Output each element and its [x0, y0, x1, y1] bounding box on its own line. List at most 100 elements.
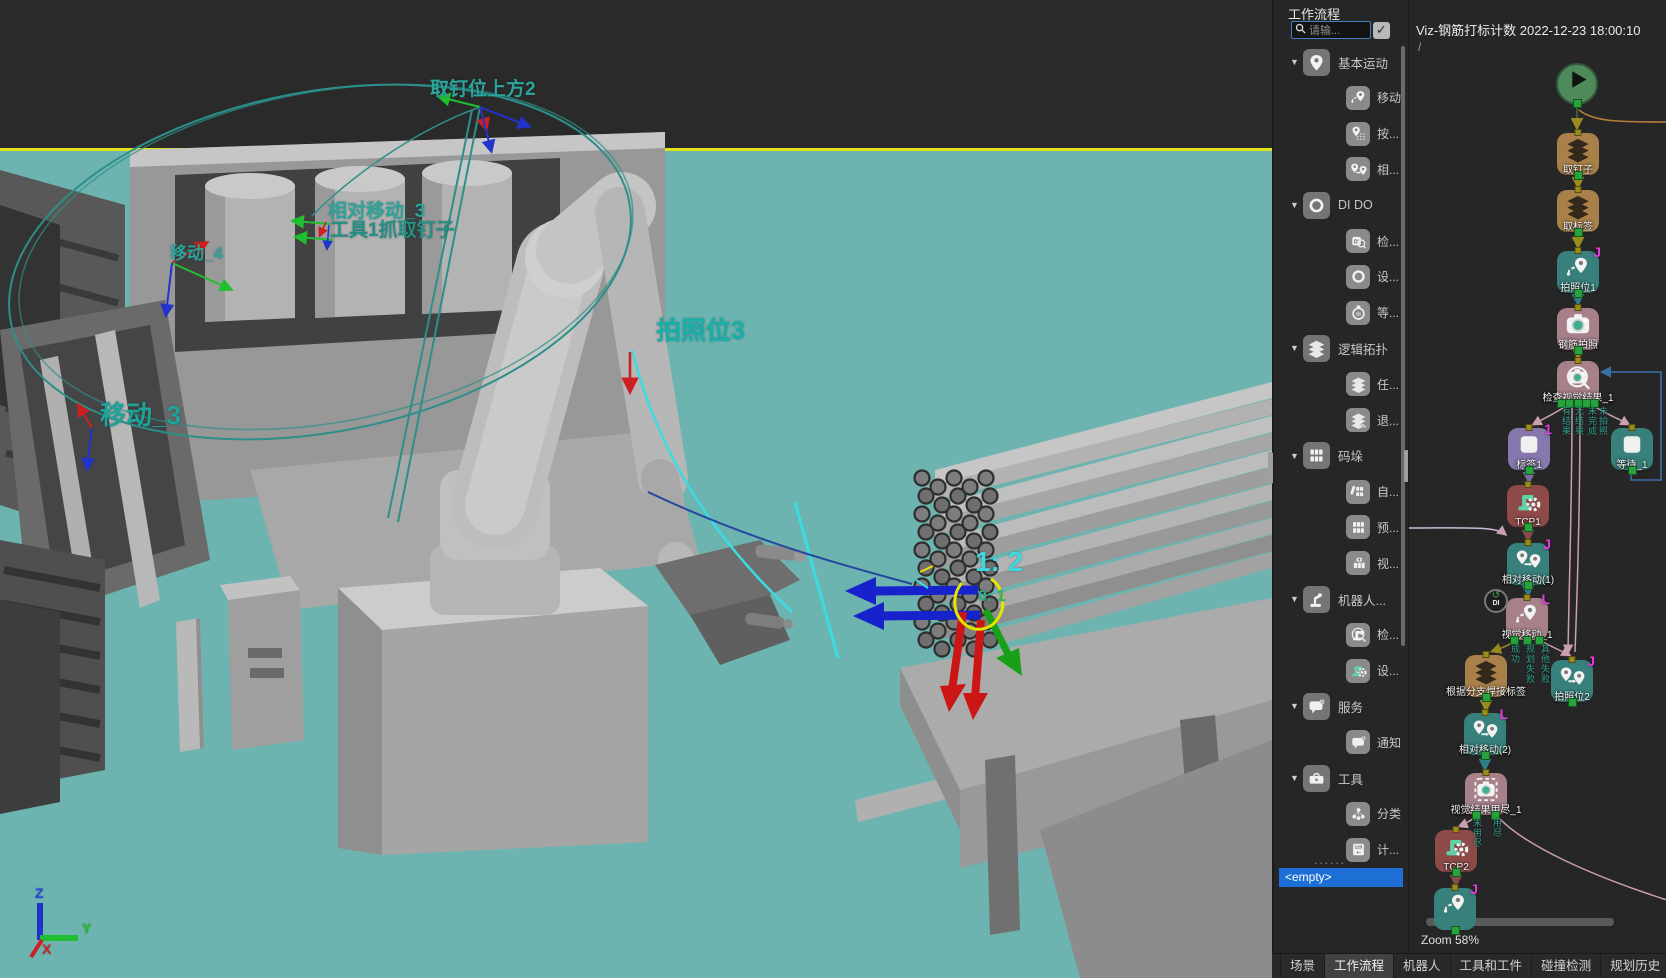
- viewport-splitter-grip[interactable]: [1268, 452, 1273, 484]
- tab-工具和工件[interactable]: 工具和工件: [1451, 954, 1533, 978]
- tree-item-设[interactable]: 设...: [1274, 262, 1406, 292]
- workflow-node-视觉移动_1[interactable]: 视觉移动_1L: [1506, 598, 1548, 640]
- tree-category-机器人...[interactable]: ▼机器人...: [1274, 584, 1406, 614]
- edge-condition-label: 规划失败: [1524, 644, 1537, 684]
- workflow-node-相对移动(1)[interactable]: 相对移动(1)J: [1507, 543, 1549, 585]
- output-port[interactable]: [1524, 523, 1533, 532]
- tree-category-服务[interactable]: ▼1服务: [1274, 691, 1406, 721]
- input-port[interactable]: [1524, 594, 1531, 601]
- output-port[interactable]: [1568, 698, 1577, 707]
- tab-机器人[interactable]: 机器人: [1394, 954, 1451, 978]
- tree-item-相[interactable]: 相...: [1274, 154, 1406, 184]
- chevron-down-icon[interactable]: ▼: [1290, 701, 1299, 711]
- output-port[interactable]: [1574, 289, 1583, 298]
- input-port[interactable]: [1575, 129, 1582, 136]
- output-port[interactable]: [1452, 868, 1461, 877]
- search-placeholder: 请输...: [1309, 22, 1340, 38]
- tab-工作流程[interactable]: 工作流程: [1325, 954, 1394, 978]
- input-port[interactable]: [1483, 651, 1490, 658]
- workflow-node-钢筋拍照[interactable]: 钢筋拍照: [1557, 308, 1599, 350]
- tree-category-基本运动[interactable]: ▼基本运动: [1274, 47, 1406, 77]
- panel-resize-handle[interactable]: ......: [1314, 853, 1346, 867]
- layers-icon: [1346, 372, 1370, 396]
- chevron-down-icon[interactable]: ▼: [1290, 343, 1299, 353]
- output-port[interactable]: [1574, 346, 1583, 355]
- tab-碰撞检测[interactable]: 碰撞检测: [1532, 954, 1601, 978]
- tree-item-自[interactable]: 自...: [1274, 477, 1406, 507]
- input-port[interactable]: [1575, 357, 1582, 364]
- input-port[interactable]: [1483, 769, 1490, 776]
- chevron-down-icon[interactable]: ▼: [1290, 594, 1299, 604]
- workflow-node-标签1[interactable]: 标签11: [1508, 428, 1550, 470]
- chevron-down-icon[interactable]: ▼: [1290, 451, 1299, 461]
- tree-category-逻辑拓扑[interactable]: ▼逻辑拓扑: [1274, 333, 1406, 363]
- tree-item-任[interactable]: 任...: [1274, 369, 1406, 399]
- start-node[interactable]: [1556, 63, 1598, 105]
- output-port[interactable]: [1524, 581, 1533, 590]
- workflow-node-视觉结果用尽_1[interactable]: 视觉结果用尽_1: [1465, 773, 1507, 815]
- robot-icon: [1303, 586, 1330, 613]
- tab-规划历史[interactable]: 规划历史: [1601, 954, 1666, 978]
- input-port[interactable]: [1629, 424, 1636, 431]
- tree-item-通知[interactable]: 1通知: [1274, 727, 1406, 757]
- chevron-down-icon[interactable]: ▼: [1290, 773, 1299, 783]
- workflow-node-等待_1[interactable]: 等待_1: [1611, 428, 1653, 470]
- output-port[interactable]: [1573, 99, 1582, 108]
- workflow-node-TCP1[interactable]: TCP1: [1507, 485, 1549, 527]
- tree-item-等[interactable]: DI等...: [1274, 298, 1406, 328]
- workflow-node-检查视觉结果_1[interactable]: 检查视觉结果_1: [1557, 361, 1599, 403]
- output-port[interactable]: [1628, 466, 1637, 475]
- pallet-icon: [1303, 442, 1330, 469]
- edge-condition-label: 有结果: [1560, 406, 1573, 436]
- empty-selection-bar[interactable]: <empty>: [1279, 868, 1403, 887]
- tab-场景[interactable]: 场景: [1280, 954, 1325, 978]
- 3d-viewport[interactable]: 取钉位上方2相对移动_3工具1抓取钉子移动_4拍照位3移动_31: 20: 1Z…: [0, 0, 1272, 978]
- tree-category-工具[interactable]: ▼ 工具: [1274, 763, 1406, 793]
- tree-category-label: 工具: [1338, 769, 1363, 788]
- tree-item-分类[interactable]: 分类: [1274, 799, 1406, 829]
- input-port[interactable]: [1526, 424, 1533, 431]
- workflow-node-取钉子[interactable]: 取钉子: [1557, 133, 1599, 175]
- tree-item-视[interactable]: 视...: [1274, 548, 1406, 578]
- search-input[interactable]: 请输...: [1291, 21, 1371, 39]
- input-port[interactable]: [1575, 304, 1582, 311]
- workflow-node-拍照位2[interactable]: 拍照位2J: [1551, 660, 1593, 702]
- output-port[interactable]: [1481, 751, 1490, 760]
- tree-item-label: 设...: [1377, 268, 1399, 285]
- input-port[interactable]: [1452, 884, 1459, 891]
- tree-category-码垛[interactable]: ▼码垛: [1274, 441, 1406, 471]
- node-badge: 1: [1544, 421, 1552, 437]
- workflow-node-取标签[interactable]: 取标签: [1557, 190, 1599, 232]
- workflow-node-拍照位1[interactable]: 拍照位1J: [1557, 251, 1599, 293]
- tree-item-检[interactable]: 检...: [1274, 620, 1406, 650]
- tree-item-设[interactable]: 设...: [1274, 656, 1406, 686]
- input-port[interactable]: [1525, 539, 1532, 546]
- tree-item-预[interactable]: 预...: [1274, 512, 1406, 542]
- output-port[interactable]: [1574, 228, 1583, 237]
- input-port[interactable]: [1482, 709, 1489, 716]
- workflow-node-根据分支焊接标签[interactable]: 根据分支焊接标签: [1465, 655, 1507, 697]
- tree-item-按[interactable]: 按...: [1274, 119, 1406, 149]
- input-port[interactable]: [1569, 656, 1576, 663]
- tree-scrollbar[interactable]: [1401, 46, 1405, 646]
- output-port[interactable]: [1482, 693, 1491, 702]
- workflow-node-相对移动(2)[interactable]: 相对移动(2)L: [1464, 713, 1506, 755]
- output-port[interactable]: [1574, 171, 1583, 180]
- input-port[interactable]: [1453, 826, 1460, 833]
- tree-item-检[interactable]: DI检...: [1274, 226, 1406, 256]
- tree-item-退[interactable]: 退...: [1274, 405, 1406, 435]
- ring-icon: [1346, 265, 1370, 289]
- input-port[interactable]: [1575, 247, 1582, 254]
- workflow-graph[interactable]: Viz-钢筋打标计数 2022-12-23 18:00:10 /: [1408, 0, 1666, 953]
- output-port[interactable]: [1451, 926, 1460, 935]
- input-port[interactable]: [1575, 186, 1582, 193]
- tree-category-DI DO[interactable]: ▼ DI DO: [1274, 190, 1406, 220]
- filter-checkbox[interactable]: ✓: [1373, 22, 1390, 39]
- input-port[interactable]: [1525, 481, 1532, 488]
- tree-item-移动[interactable]: 移动: [1274, 83, 1406, 113]
- chevron-down-icon[interactable]: ▼: [1290, 57, 1299, 67]
- workflow-node-n16[interactable]: J: [1434, 888, 1476, 930]
- output-port[interactable]: [1525, 466, 1534, 475]
- tree-category-label: DI DO: [1338, 198, 1373, 212]
- chevron-down-icon[interactable]: ▼: [1290, 200, 1299, 210]
